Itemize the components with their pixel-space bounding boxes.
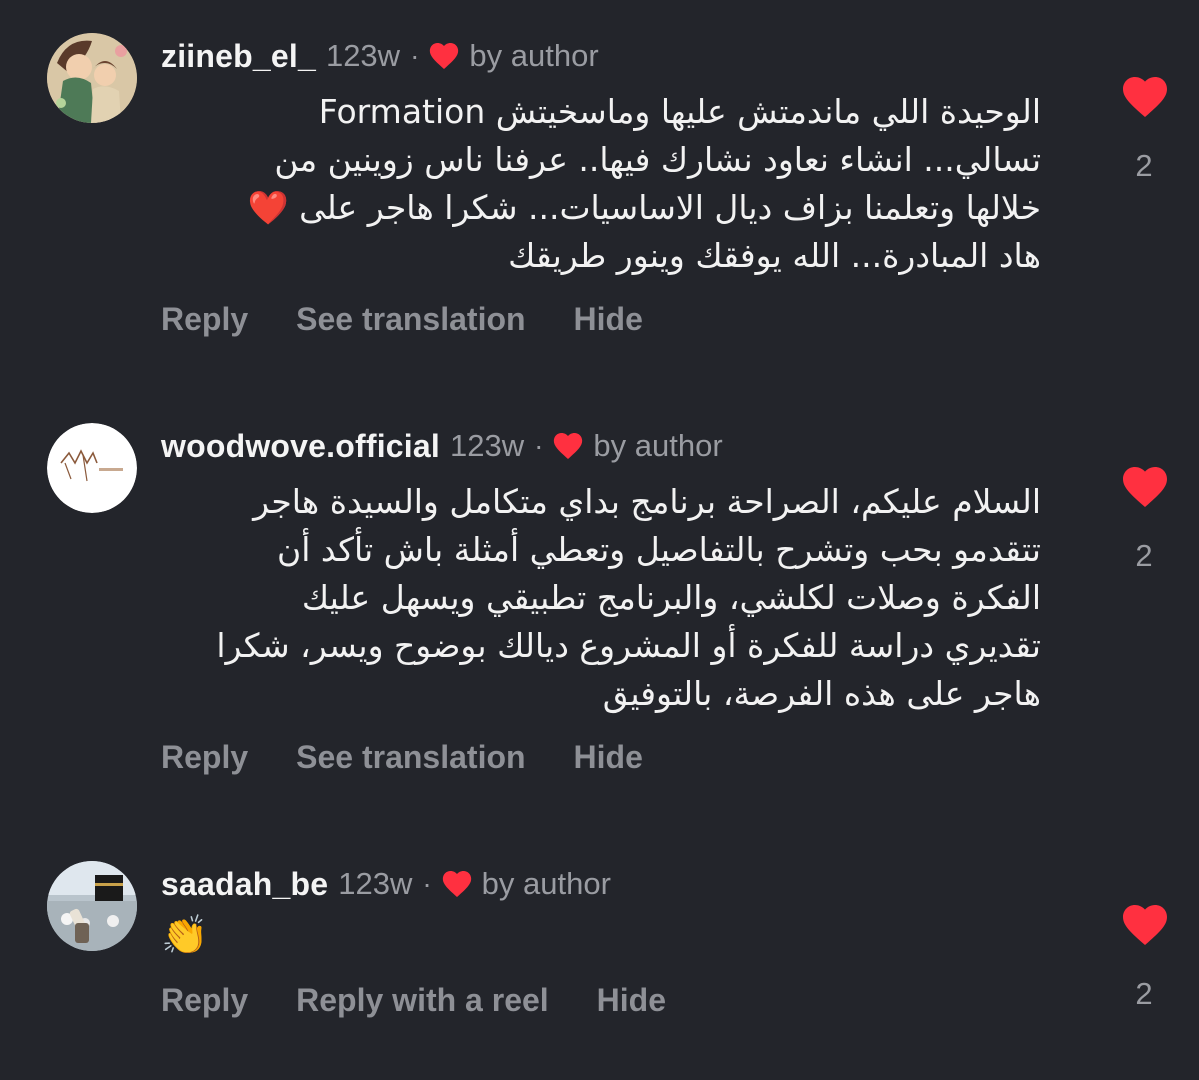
heart-icon xyxy=(442,870,471,898)
reply-with-reel-button[interactable]: Reply with a reel xyxy=(296,982,549,1019)
separator-dot: · xyxy=(410,40,420,71)
comment-text-line: الفكرة وصلات لكلشي، والبرنامج تطبيقي ويس… xyxy=(301,578,1041,617)
username[interactable]: ziineb_el_ xyxy=(161,38,316,75)
reply-button[interactable]: Reply xyxy=(161,739,248,776)
brand-logo-icon xyxy=(47,423,137,513)
hide-button[interactable]: Hide xyxy=(597,982,666,1019)
avatar-illustration-icon xyxy=(47,33,137,123)
clapping-hands-emoji: 👏 xyxy=(161,915,209,957)
like-count: 2 xyxy=(1135,148,1153,183)
heart-icon xyxy=(430,42,459,70)
timestamp: 123w xyxy=(338,866,413,901)
comment-text: السلام عليكم، الصراحة برنامج بداي متكامل… xyxy=(161,478,1041,718)
comment-header: saadah_be 123w · by author xyxy=(161,861,611,907)
heart-icon xyxy=(554,432,583,460)
avatar[interactable] xyxy=(47,861,137,951)
avatar[interactable] xyxy=(47,33,137,123)
by-author-label: by author xyxy=(593,428,723,463)
comment-header: woodwove.official 123w · by author xyxy=(161,423,723,469)
comment-actions: Reply See translation Hide xyxy=(161,301,691,338)
comment-header: ziineb_el_ 123w · by author xyxy=(161,33,599,79)
like-count: 2 xyxy=(1135,538,1153,573)
separator-dot: · xyxy=(534,430,544,461)
comment-text-line: السلام عليكم، الصراحة برنامج بداي متكامل… xyxy=(253,482,1041,521)
like-count: 2 xyxy=(1135,976,1153,1011)
username[interactable]: woodwove.official xyxy=(161,428,440,465)
reply-button[interactable]: Reply xyxy=(161,982,248,1019)
timestamp: 123w xyxy=(325,38,401,73)
like-heart-icon[interactable] xyxy=(1121,465,1169,509)
comment-actions: Reply See translation Hide xyxy=(161,739,691,776)
comment-text: الوحيدة اللي ماندمتش عليها وماسخيتش Form… xyxy=(161,88,1041,280)
by-author-label: by author xyxy=(481,866,611,901)
like-heart-icon[interactable] xyxy=(1121,75,1169,119)
comment-text-line: هاد المبادرة... الله يوفقك وينور طريقك xyxy=(508,236,1041,275)
comment-text-line: خلالها وتعلمنا بزاف ديال الاساسيات... شك… xyxy=(247,188,1041,227)
by-author-label: by author xyxy=(469,38,599,73)
comment-text-line: الوحيدة اللي ماندمتش عليها وماسخيتش Form… xyxy=(318,92,1041,131)
like-heart-icon[interactable] xyxy=(1121,903,1169,947)
avatar[interactable] xyxy=(47,423,137,513)
comment-text-line: تقديري دراسة للفكرة أو المشروع ديالك بوض… xyxy=(216,626,1041,665)
comment-text-line: تسالي... انشاء نعاود نشارك فيها.. عرفنا … xyxy=(274,140,1041,179)
timestamp: 123w xyxy=(449,428,525,463)
username[interactable]: saadah_be xyxy=(161,866,328,903)
comment-text-line: تتقدمو بحب وتشرح بالتفاصيل وتعطي أمثلة ب… xyxy=(277,530,1041,569)
separator-dot: · xyxy=(422,868,432,899)
photo-kaaba-icon xyxy=(47,861,137,951)
see-translation-button[interactable]: See translation xyxy=(296,739,525,776)
hide-button[interactable]: Hide xyxy=(574,301,643,338)
reply-button[interactable]: Reply xyxy=(161,301,248,338)
comment-actions: Reply Reply with a reel Hide xyxy=(161,982,714,1019)
comment-text-line: هاجر على هذه الفرصة، بالتوفيق xyxy=(602,674,1041,713)
see-translation-button[interactable]: See translation xyxy=(296,301,525,338)
hide-button[interactable]: Hide xyxy=(574,739,643,776)
